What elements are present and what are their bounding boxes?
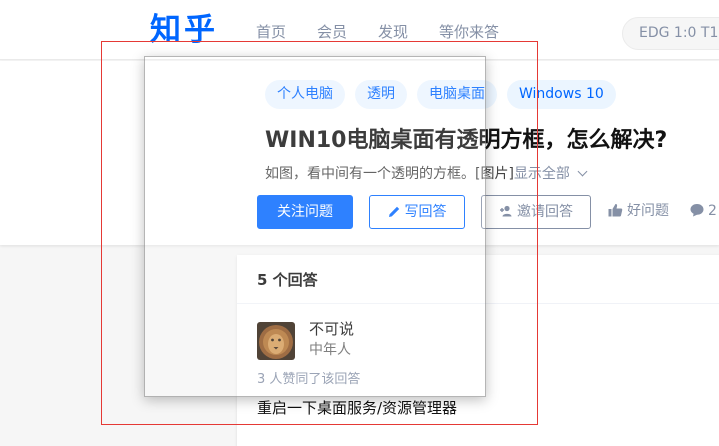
annotation-rectangle <box>101 41 538 425</box>
comment-count: 2 <box>708 203 717 219</box>
nav-discover[interactable]: 发现 <box>378 21 408 43</box>
comment-button[interactable]: 2 <box>690 195 717 229</box>
good-label: 好问题 <box>627 203 669 219</box>
good-question-button[interactable]: 好问题 <box>608 195 669 229</box>
nav-home[interactable]: 首页 <box>256 21 286 43</box>
comment-icon <box>690 204 704 217</box>
nav-waiting-answers[interactable]: 等你来答 <box>439 21 499 43</box>
main-nav: 首页 会员 发现 等你来答 <box>256 21 530 43</box>
chevron-down-icon[interactable] <box>577 166 588 177</box>
nav-vip[interactable]: 会员 <box>317 21 347 43</box>
search-input[interactable]: EDG 1:0 T1 <box>622 17 719 50</box>
thumbs-up-icon <box>608 204 623 217</box>
